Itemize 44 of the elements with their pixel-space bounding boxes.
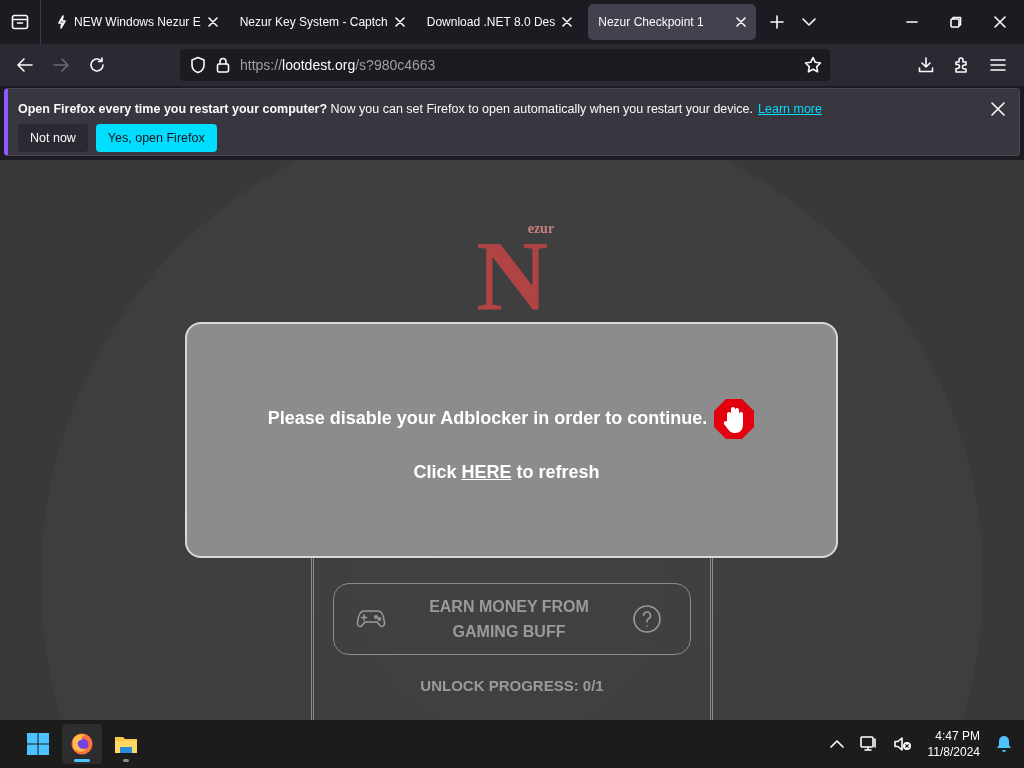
clock-time[interactable]: 4:47 PM <box>935 728 980 744</box>
unlock-status-text: UNLOCK PROGRESS: 0/1 <box>420 677 604 694</box>
refresh-text: Click <box>413 461 457 483</box>
browser-tab[interactable]: Nezur Checkpoint 1 <box>588 4 757 40</box>
browser-app-icon[interactable] <box>70 732 94 756</box>
tab-list-icon[interactable] <box>11 14 29 30</box>
close-icon[interactable] <box>994 16 1006 28</box>
browser-tab[interactable]: NEW Windows Nezur E <box>47 4 228 40</box>
notification-bell-icon[interactable] <box>996 735 1012 753</box>
close-icon[interactable] <box>736 17 747 27</box>
gamepad-icon <box>356 608 386 630</box>
close-icon[interactable] <box>991 102 1005 116</box>
browser-tab[interactable]: Nezur Key System - Captch <box>229 4 415 40</box>
adblock-message: Please disable your Adblocker in order to continue. <box>267 408 708 429</box>
learn-more-link[interactable]: Learn more <box>758 102 822 116</box>
close-icon[interactable] <box>207 17 218 27</box>
clock-date[interactable]: 11/8/2024 <box>927 744 980 760</box>
menu-icon[interactable] <box>990 58 1006 72</box>
chevron-down-icon[interactable] <box>802 17 817 27</box>
stop-hand-icon <box>713 397 756 440</box>
network-icon[interactable] <box>859 736 878 752</box>
shield-icon <box>190 56 206 74</box>
start-icon[interactable] <box>26 732 50 756</box>
speaker-muted-icon[interactable] <box>893 736 912 752</box>
reload-icon[interactable] <box>88 56 106 74</box>
new-tab-icon[interactable] <box>770 15 785 29</box>
address-field[interactable]: https://lootdest.org/s?980c4663 <box>180 49 830 81</box>
notification-message: Open Firefox every time you restart your computer? Now you can set Firefox to open automatically when you restart your device. <box>18 102 754 116</box>
download-icon[interactable] <box>918 57 934 73</box>
browser-tab[interactable]: Download .NET 8.0 Des <box>416 4 583 40</box>
star-icon[interactable] <box>804 56 822 74</box>
close-icon[interactable] <box>562 17 573 27</box>
not-now-button[interactable]: Not now <box>18 124 88 152</box>
extensions-icon[interactable] <box>954 57 970 73</box>
chevron-up-icon[interactable] <box>829 739 844 749</box>
lock-icon <box>216 57 230 73</box>
close-icon[interactable] <box>394 17 405 27</box>
back-icon[interactable] <box>16 57 34 73</box>
help-icon[interactable] <box>632 604 662 634</box>
task-button[interactable]: EARN MONEY FROM GAMING BUFF <box>333 583 691 655</box>
lightning-icon <box>57 15 67 29</box>
open-firefox-button[interactable]: Yes, open Firefox <box>95 124 217 152</box>
restore-icon[interactable] <box>950 16 962 28</box>
refresh-text: to refresh <box>516 461 600 483</box>
